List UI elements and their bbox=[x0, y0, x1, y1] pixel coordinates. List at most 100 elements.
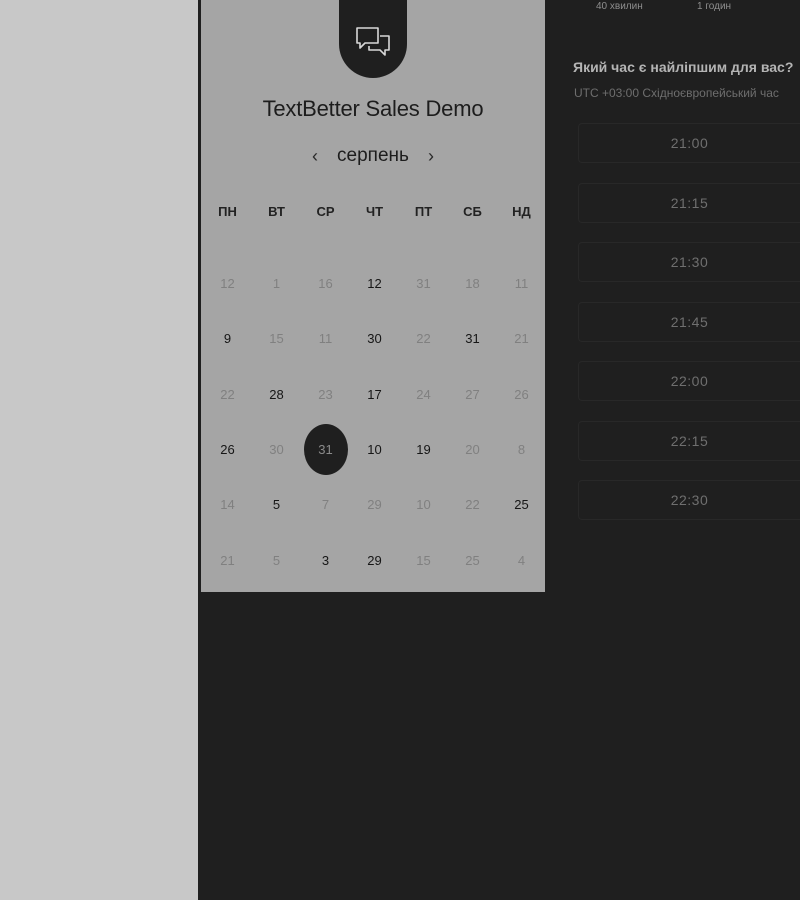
calendar-day[interactable]: 26 bbox=[203, 422, 252, 477]
calendar-day-label: 5 bbox=[272, 552, 281, 568]
calendar-day-label: 4 bbox=[517, 552, 526, 568]
calendar-day[interactable]: 19 bbox=[399, 422, 448, 477]
calendar-day[interactable]: 12 bbox=[350, 256, 399, 311]
calendar-day: 10 bbox=[399, 477, 448, 532]
calendar-day-label: 1 bbox=[272, 276, 281, 292]
calendar-day-label: 26 bbox=[514, 386, 529, 402]
weekday-label: ПТ bbox=[414, 204, 433, 219]
calendar-day-label: 21 bbox=[220, 552, 235, 568]
calendar-day-label: 28 bbox=[269, 386, 284, 402]
calendar-day-label: 29 bbox=[367, 497, 382, 513]
calendar-day-label: 5 bbox=[272, 497, 281, 513]
calendar-day-selected[interactable]: 31 bbox=[301, 422, 350, 477]
calendar-day-label: 22 bbox=[416, 331, 431, 347]
calendar-day-label: 31 bbox=[465, 331, 480, 347]
calendar-day[interactable]: 29 bbox=[350, 532, 399, 587]
calendar-day: 29 bbox=[350, 477, 399, 532]
calendar-day[interactable]: 17 bbox=[350, 367, 399, 422]
time-slot-button[interactable]: 21:15 bbox=[578, 182, 800, 223]
calendar-day-label: 9 bbox=[223, 331, 232, 347]
calendar-day-label: 11 bbox=[318, 331, 333, 347]
calendar-day: 15 bbox=[252, 311, 301, 366]
calendar-day: 27 bbox=[448, 367, 497, 422]
calendar-day: 16 bbox=[301, 256, 350, 311]
calendar-day-label: 24 bbox=[416, 386, 431, 402]
day-grid: 12 1 16 12 31 18 11 9 15 11 30 22 31 21 22 28 23 17 24 27 26… bbox=[203, 256, 545, 588]
month-label: серпень bbox=[337, 145, 409, 166]
calendar-day-label: 18 bbox=[465, 276, 480, 292]
weekday-header: ПН ВТ СР ЧТ ПТ СБ НД bbox=[203, 204, 545, 219]
calendar-day-label: 15 bbox=[269, 331, 284, 347]
time-question-heading: Який час є найліпшим для вас? bbox=[573, 59, 794, 75]
calendar-day-label: 15 bbox=[416, 552, 431, 568]
calendar-day: 11 bbox=[497, 256, 546, 311]
time-slot-button[interactable]: 22:00 bbox=[578, 361, 800, 401]
prev-month-button[interactable]: ‹ bbox=[307, 144, 323, 168]
month-navigation: ‹ серпень › bbox=[201, 144, 545, 168]
duration-option[interactable]: 40 хвилин bbox=[596, 1, 643, 12]
calendar-day: 18 bbox=[448, 256, 497, 311]
calendar-day-label: 25 bbox=[465, 552, 480, 568]
time-slot-button[interactable]: 22:15 bbox=[578, 420, 800, 461]
weekday-label: ПН bbox=[218, 204, 237, 219]
calendar-day-label: 14 bbox=[220, 497, 235, 513]
calendar-day: 15 bbox=[399, 532, 448, 587]
chat-bubbles-icon bbox=[339, 0, 407, 78]
calendar-day[interactable]: 25 bbox=[497, 477, 546, 532]
calendar-day: 22 bbox=[203, 367, 252, 422]
time-slot-button[interactable]: 21:00 bbox=[578, 123, 800, 163]
calendar-day: 21 bbox=[497, 311, 546, 366]
calendar-day-label: 22 bbox=[220, 386, 235, 402]
time-picker-panel: 40 хвилин 1 годин Який час є найліпшим д… bbox=[548, 0, 800, 900]
calendar-day: 1 bbox=[252, 256, 301, 311]
calendar-day-label: 17 bbox=[367, 386, 382, 402]
calendar-day[interactable]: 28 bbox=[252, 367, 301, 422]
duration-option[interactable]: 1 годин bbox=[697, 1, 731, 12]
calendar-day-label: 29 bbox=[367, 552, 382, 568]
calendar-day-label: 10 bbox=[367, 442, 382, 458]
calendar-day[interactable]: 3 bbox=[301, 532, 350, 587]
calendar-day: 30 bbox=[252, 422, 301, 477]
calendar-day-label: 30 bbox=[367, 331, 382, 347]
weekday-label: ВТ bbox=[268, 204, 285, 219]
calendar-day: 14 bbox=[203, 477, 252, 532]
calendar-day-label: 10 bbox=[416, 497, 431, 513]
calendar-day: 4 bbox=[497, 532, 546, 587]
calendar-day-label: 8 bbox=[517, 442, 526, 458]
calendar-day: 22 bbox=[448, 477, 497, 532]
time-slot-button[interactable]: 21:45 bbox=[578, 301, 800, 342]
calendar-day[interactable]: 9 bbox=[203, 311, 252, 366]
calendar-day-label: 16 bbox=[318, 276, 333, 292]
weekday-label: ЧТ bbox=[365, 204, 384, 219]
calendar-day-label: 22 bbox=[465, 497, 480, 513]
calendar-day-label: 31 bbox=[416, 276, 431, 292]
calendar-day: 25 bbox=[448, 532, 497, 587]
calendar-day: 22 bbox=[399, 311, 448, 366]
calendar-day-label: 31 bbox=[303, 424, 348, 476]
calendar-day-label: 27 bbox=[465, 386, 480, 402]
calendar-day[interactable]: 5 bbox=[252, 477, 301, 532]
calendar-day-label: 30 bbox=[269, 442, 284, 458]
weekday-label: СБ bbox=[463, 204, 482, 219]
calendar-day-label: 25 bbox=[514, 497, 529, 513]
calendar-day: 23 bbox=[301, 367, 350, 422]
calendar-day-label: 12 bbox=[220, 276, 235, 292]
calendar-day-label: 21 bbox=[514, 331, 529, 347]
calendar-day-label: 23 bbox=[318, 386, 333, 402]
calendar-day[interactable]: 30 bbox=[350, 311, 399, 366]
next-month-button[interactable]: › bbox=[423, 144, 439, 168]
calendar-day-label: 19 bbox=[416, 442, 431, 458]
calendar-day: 24 bbox=[399, 367, 448, 422]
calendar-day[interactable]: 10 bbox=[350, 422, 399, 477]
weekday-label: СР bbox=[316, 204, 335, 219]
calendar-day-label: 26 bbox=[220, 442, 235, 458]
time-slot-button[interactable]: 21:30 bbox=[578, 242, 800, 282]
left-panel bbox=[0, 0, 198, 900]
time-slot-button[interactable]: 22:30 bbox=[578, 480, 800, 520]
calendar-day: 26 bbox=[497, 367, 546, 422]
calendar-day-label: 12 bbox=[367, 276, 382, 292]
calendar-day: 31 bbox=[399, 256, 448, 311]
timezone-label[interactable]: UTC +03:00 Східноєвропейський час bbox=[574, 86, 779, 100]
calendar-day[interactable]: 31 bbox=[448, 311, 497, 366]
calendar-day: 8 bbox=[497, 422, 546, 477]
